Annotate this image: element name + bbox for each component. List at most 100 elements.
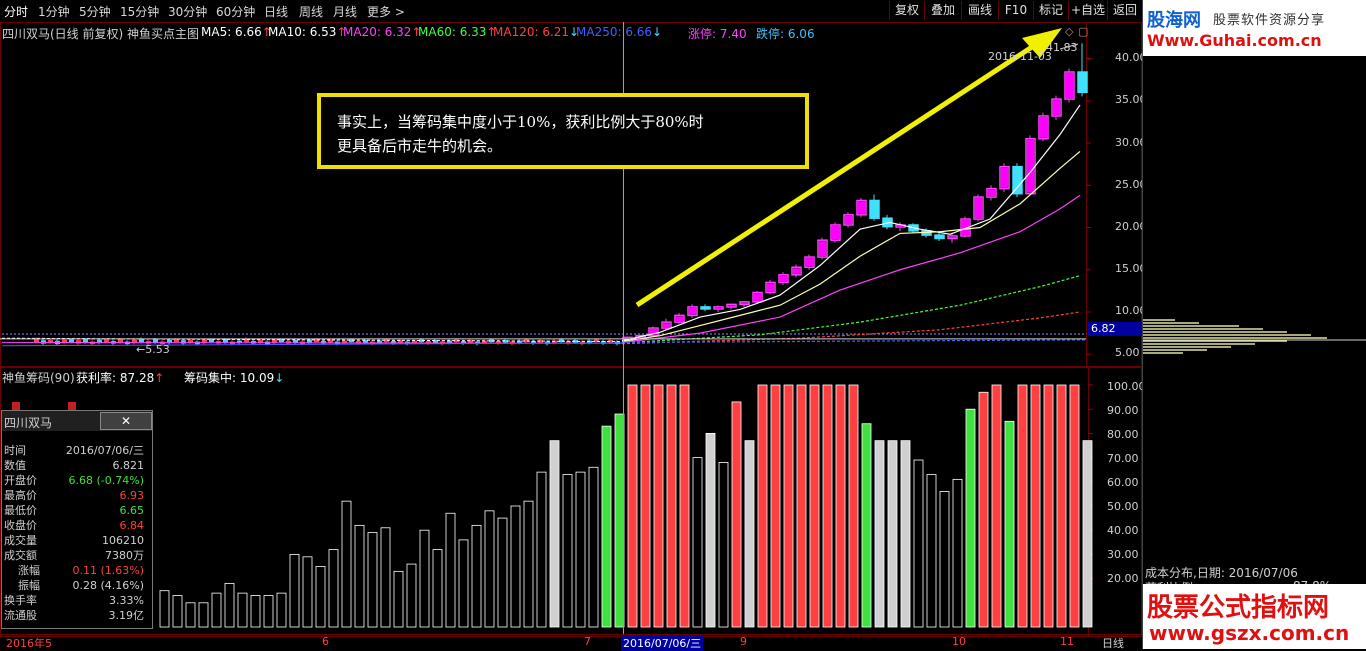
popup-label: 振幅 bbox=[18, 579, 40, 592]
candle-body bbox=[700, 306, 711, 310]
popup-label: 时间 bbox=[4, 444, 26, 457]
candle-body bbox=[76, 340, 81, 344]
ma10-label: MA10: 6.53↑ bbox=[268, 25, 346, 39]
candle-fill bbox=[806, 258, 813, 267]
tab-more[interactable]: 更多 > bbox=[367, 3, 405, 20]
popup-label: 最高价 bbox=[4, 489, 37, 502]
watermark-url: www.gszx.com.cn bbox=[1149, 621, 1350, 645]
indicator-bar bbox=[185, 602, 196, 628]
indicator-bar bbox=[237, 592, 248, 628]
indicator-bar bbox=[380, 527, 391, 628]
indicator-bar bbox=[614, 413, 625, 628]
indicator-bar bbox=[874, 440, 885, 628]
indicator-bar bbox=[1082, 440, 1093, 628]
indicator-bar bbox=[289, 553, 300, 628]
popup-row-time: 时间 2016/07/06/三 bbox=[4, 444, 148, 457]
indicator-bar bbox=[965, 408, 976, 628]
indicator-bar bbox=[315, 566, 326, 628]
f10-button[interactable]: F10 bbox=[998, 1, 1033, 20]
indicator-chart-canvas[interactable] bbox=[0, 367, 1142, 637]
popup-row-change: 涨幅 0.11 (1.63%) bbox=[4, 564, 148, 577]
tab-intraday[interactable]: 分时 bbox=[4, 3, 28, 20]
popup-value: 7380万 bbox=[105, 549, 144, 562]
candle-body bbox=[1012, 165, 1023, 195]
candle-body bbox=[174, 339, 179, 343]
tab-30min[interactable]: 30分钟 bbox=[168, 3, 207, 20]
info-popup[interactable]: 四川双马 ✕ 时间 2016/07/06/三 数值 6.821 开盘价 6.68 (-… bbox=[1, 410, 153, 629]
indicator-bar bbox=[952, 478, 963, 628]
indicator-bar bbox=[536, 471, 547, 628]
window-icon[interactable]: ▢ bbox=[1078, 25, 1088, 38]
draw-button[interactable]: 画线 bbox=[961, 1, 998, 20]
candle-body bbox=[869, 199, 880, 219]
close-icon[interactable]: ✕ bbox=[100, 412, 152, 430]
candle-body bbox=[293, 340, 298, 343]
popup-value: 0.28 (4.16%) bbox=[72, 579, 144, 592]
candle-fill bbox=[845, 215, 852, 224]
tab-daily[interactable]: 日线 bbox=[264, 3, 288, 20]
indicator-bar bbox=[1056, 384, 1067, 628]
indicator-bar bbox=[588, 466, 599, 628]
date-label-oct: 10 bbox=[952, 635, 966, 648]
mark-button[interactable]: 标记 bbox=[1033, 1, 1068, 20]
profit-rate-arrow: ↑ bbox=[154, 371, 165, 385]
adjust-button[interactable]: 复权 bbox=[889, 1, 924, 20]
candle-fill bbox=[975, 198, 982, 219]
popup-title: 四川双马 bbox=[4, 416, 53, 430]
candle-fill bbox=[663, 323, 670, 328]
popup-row-open: 开盘价 6.68 (-0.74%) bbox=[4, 474, 148, 487]
indicator-bar bbox=[1043, 384, 1054, 628]
popup-row-volume: 成交量 106210 bbox=[4, 534, 148, 547]
tab-weekly[interactable]: 周线 bbox=[299, 3, 323, 20]
popup-value: 6.84 bbox=[119, 519, 145, 532]
high-date-label: 2016-11-03 bbox=[988, 50, 1052, 63]
candle-fill bbox=[1066, 73, 1073, 99]
candle-fill bbox=[1001, 167, 1008, 188]
indicator-chart[interactable]: 神鱼筹码(90) 获利率: 87.28↑ 筹码集中: 10.09↓ 100.00… bbox=[0, 367, 1146, 637]
ma60-label: MA60: 6.33↑ bbox=[418, 25, 496, 39]
annotation-line-1: 事实上，当筹码集中度小于10%，获利比例大于80%时 bbox=[337, 113, 704, 131]
indicator-bar bbox=[1069, 384, 1080, 628]
popup-value: 0.11 (1.63%) bbox=[72, 564, 144, 577]
indicator-bar bbox=[640, 384, 651, 628]
date-label-jul: 7 bbox=[584, 635, 591, 648]
indicator-bar bbox=[731, 401, 742, 628]
tab-monthly[interactable]: 月线 bbox=[333, 3, 357, 20]
price-chart[interactable]: 四川双马(日线 前复权) 神鱼买点主图 MA5: 6.66↑ MA10: 6.5… bbox=[0, 22, 1147, 367]
popup-label: 收盘价 bbox=[4, 519, 37, 532]
right-panel: 股海网 股票软件资源分享 Www.Guhai.com.cn 成本分布,日期: 2… bbox=[1142, 0, 1366, 649]
indicator-bar bbox=[250, 595, 261, 628]
ma250-label: MA250: 6.66↓ bbox=[576, 25, 662, 39]
price-chart-frame bbox=[0, 22, 1142, 367]
overlay-button[interactable]: 叠加 bbox=[924, 1, 961, 20]
ma250-curve bbox=[621, 339, 1087, 344]
indicator-bar bbox=[523, 500, 534, 628]
diamond-icon[interactable]: ◇ bbox=[1065, 25, 1073, 38]
tab-1min[interactable]: 1分钟 bbox=[38, 3, 70, 20]
limit-down-label: 跌停: 6.06 bbox=[756, 27, 815, 41]
popup-value: 6.821 bbox=[112, 459, 145, 472]
candle-body bbox=[104, 339, 109, 343]
price-chart-canvas[interactable] bbox=[0, 22, 1142, 367]
ma250-arrow: ↓ bbox=[652, 25, 663, 39]
indicator-bar bbox=[809, 384, 820, 628]
popup-row-amount: 成交额 7380万 bbox=[4, 549, 148, 562]
tab-5min[interactable]: 5分钟 bbox=[79, 3, 111, 20]
tab-60min[interactable]: 60分钟 bbox=[216, 3, 255, 20]
popup-row-amplitude: 振幅 0.28 (4.16%) bbox=[4, 579, 148, 592]
add-watchlist-button[interactable]: +自选 bbox=[1068, 1, 1107, 20]
candle-fill bbox=[1053, 100, 1060, 115]
indicator-bar bbox=[393, 570, 404, 628]
tab-15min[interactable]: 15分钟 bbox=[120, 3, 159, 20]
annotation-line-2: 更具备后市走牛的机会。 bbox=[337, 137, 503, 155]
candle-fill bbox=[819, 241, 826, 257]
back-button[interactable]: 返回 bbox=[1107, 1, 1142, 20]
popup-label: 换手率 bbox=[4, 594, 37, 607]
popup-header[interactable]: 四川双马 ✕ bbox=[2, 411, 152, 431]
popup-label: 成交量 bbox=[4, 534, 37, 547]
popup-row-value: 数值 6.821 bbox=[4, 459, 148, 472]
popup-value: 6.93 bbox=[119, 489, 145, 502]
popup-row-close: 收盘价 6.84 bbox=[4, 519, 148, 532]
candle-body bbox=[209, 339, 214, 343]
ind-tick-50: 50.00 bbox=[1107, 500, 1139, 513]
